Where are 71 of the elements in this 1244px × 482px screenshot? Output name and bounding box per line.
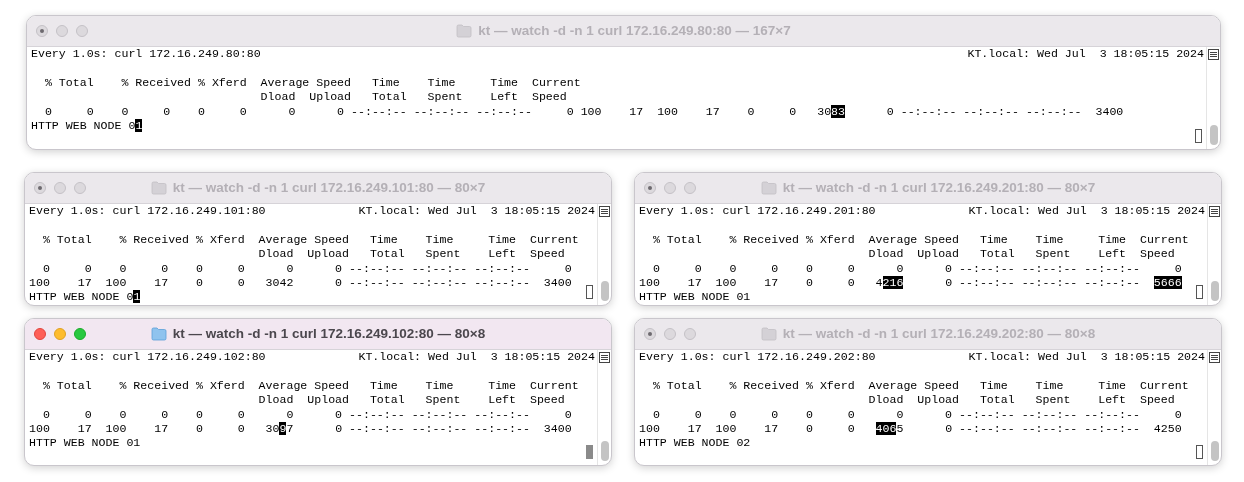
terminal-line: Dload Upload Total Spent Left Speed bbox=[259, 90, 567, 105]
scrollbar[interactable] bbox=[1207, 204, 1221, 305]
command-header: Every 1.0s: curl 172.16.249.201:80 bbox=[639, 204, 876, 219]
terminal-line: 100 17 100 17 0 0 3097 0 --:--:-- --:--:-- --:--:-- 3400 bbox=[29, 422, 572, 437]
terminal-line: HTTP WEB NODE 01 bbox=[29, 436, 141, 451]
minimize-button[interactable] bbox=[54, 328, 66, 340]
terminal-line: % Total % Received % Xferd Average Speed Time Time Time Current bbox=[651, 378, 1189, 394]
terminal-line: % Total % Received % Xferd Average Speed Time Time Time Current bbox=[41, 378, 579, 394]
scrollbar[interactable] bbox=[597, 204, 611, 305]
scroll-thumb[interactable] bbox=[1210, 441, 1219, 461]
scrollbar[interactable] bbox=[1206, 47, 1220, 149]
cursor-block bbox=[586, 445, 593, 459]
close-button[interactable] bbox=[36, 25, 48, 37]
window-title: kt — watch -d -n 1 curl 172.16.249.202:80 — 80×8 bbox=[782, 324, 1096, 343]
close-button[interactable] bbox=[34, 328, 46, 340]
scroll-thumb[interactable] bbox=[1210, 281, 1219, 301]
command-header: Every 1.0s: curl 172.16.249.102:80 bbox=[29, 350, 266, 365]
terminal-line: % Total % Received % Xferd Average Speed Time Time Time Current bbox=[651, 232, 1189, 248]
terminal-line: 100 17 100 17 0 0 4216 0 --:--:-- --:--:-- --:--:-- 5666 bbox=[639, 276, 1182, 291]
host-timestamp: KT.local: Wed Jul 3 18:05:15 2024 bbox=[358, 350, 595, 365]
cursor-block bbox=[1196, 285, 1203, 299]
command-header: Every 1.0s: curl 172.16.249.80:80 bbox=[31, 47, 261, 62]
terminal-line: HTTP WEB NODE 02 bbox=[639, 436, 751, 451]
terminal-line: Dload Upload Total Spent Left Speed bbox=[867, 247, 1175, 262]
terminal-line: % Total % Received % Xferd Average Speed Time Time Time Current bbox=[43, 75, 581, 91]
terminal-line: 100 17 100 17 0 0 3042 0 --:--:-- --:--:-- --:--:-- 3400 bbox=[29, 276, 572, 291]
folder-icon bbox=[456, 24, 473, 38]
terminal-line: HTTP WEB NODE 01 bbox=[29, 290, 141, 305]
scroll-thumb[interactable] bbox=[1209, 125, 1218, 145]
terminal-line: Dload Upload Total Spent Left Speed bbox=[257, 247, 565, 262]
folder-icon bbox=[150, 327, 167, 341]
host-timestamp: KT.local: Wed Jul 3 18:05:15 2024 bbox=[968, 204, 1205, 219]
window-title: kt — watch -d -n 1 curl 172.16.249.80:80 — 167×7 bbox=[478, 21, 791, 40]
terminal-line: 0 0 0 0 0 0 0 0 --:--:-- --:--:-- --:--:-- 0 bbox=[651, 261, 1182, 276]
scroll-thumb[interactable] bbox=[600, 281, 609, 301]
folder-icon bbox=[150, 181, 167, 195]
terminal-line: % Total % Received % Xferd Average Speed Time Time Time Current bbox=[41, 232, 579, 248]
close-button[interactable] bbox=[34, 182, 46, 194]
host-timestamp: KT.local: Wed Jul 3 18:05:15 2024 bbox=[968, 350, 1205, 365]
scroll-thumb[interactable] bbox=[600, 441, 609, 461]
split-view-icon[interactable] bbox=[1208, 49, 1219, 60]
command-header: Every 1.0s: curl 172.16.249.101:80 bbox=[29, 204, 266, 219]
folder-icon bbox=[760, 181, 777, 195]
terminal-line: 0 0 0 0 0 0 0 0 --:--:-- --:--:-- --:--:-- 0 bbox=[41, 407, 572, 422]
split-view-icon[interactable] bbox=[599, 352, 610, 363]
host-timestamp: KT.local: Wed Jul 3 18:05:15 2024 bbox=[967, 47, 1204, 62]
split-view-icon[interactable] bbox=[599, 206, 610, 217]
scrollbar[interactable] bbox=[1207, 350, 1221, 465]
host-timestamp: KT.local: Wed Jul 3 18:05:15 2024 bbox=[358, 204, 595, 219]
split-view-icon[interactable] bbox=[1209, 206, 1220, 217]
cursor-block bbox=[586, 285, 593, 299]
terminal-line: HTTP WEB NODE 01 bbox=[31, 119, 143, 134]
terminal-line: 100 17 100 17 0 0 4065 0 --:--:-- --:--:-- --:--:-- 4250 bbox=[639, 422, 1182, 437]
close-button[interactable] bbox=[644, 328, 656, 340]
window-title: kt — watch -d -n 1 curl 172.16.249.102:80 — 80×8 bbox=[172, 324, 486, 343]
cursor-block bbox=[1195, 129, 1202, 143]
terminal-line: HTTP WEB NODE 01 bbox=[639, 290, 751, 305]
split-view-icon[interactable] bbox=[1209, 352, 1220, 363]
folder-icon bbox=[760, 327, 777, 341]
window-title: kt — watch -d -n 1 curl 172.16.249.101:80 — 80×7 bbox=[172, 178, 486, 197]
terminal-line: Dload Upload Total Spent Left Speed bbox=[257, 393, 565, 408]
cursor-block bbox=[1196, 445, 1203, 459]
terminal-line: 0 0 0 0 0 0 0 0 --:--:-- --:--:-- --:--:-- 0 100 17 100 17 0 0 3083 0 --:--:-- --:--:-- --:--:-- 3400 bbox=[43, 104, 1124, 119]
close-button[interactable] bbox=[644, 182, 656, 194]
scrollbar[interactable] bbox=[597, 350, 611, 465]
terminal-line: Dload Upload Total Spent Left Speed bbox=[867, 393, 1175, 408]
terminal-line: 0 0 0 0 0 0 0 0 --:--:-- --:--:-- --:--:-- 0 bbox=[651, 407, 1182, 422]
zoom-button[interactable] bbox=[74, 328, 86, 340]
command-header: Every 1.0s: curl 172.16.249.202:80 bbox=[639, 350, 876, 365]
window-title: kt — watch -d -n 1 curl 172.16.249.201:80 — 80×7 bbox=[782, 178, 1096, 197]
terminal-line: 0 0 0 0 0 0 0 0 --:--:-- --:--:-- --:--:-- 0 bbox=[41, 261, 572, 276]
